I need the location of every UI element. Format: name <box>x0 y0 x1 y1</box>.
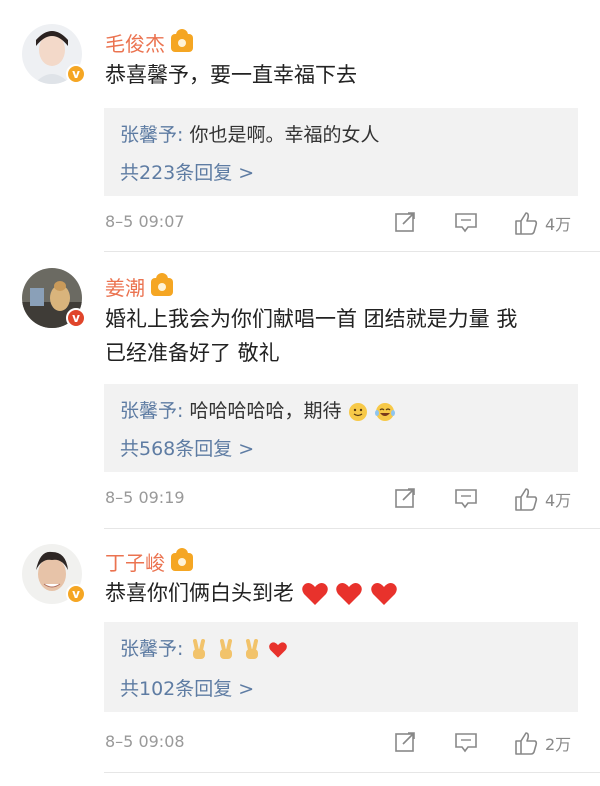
reply-line: 张馨予: <box>120 634 288 661</box>
avatar[interactable]: v <box>22 544 86 604</box>
comment-icon <box>455 733 477 753</box>
verified-badge-icon: v <box>66 584 86 604</box>
heart-icon <box>336 583 363 605</box>
reply-box[interactable]: 张馨予: 共102条回复 > <box>104 622 578 712</box>
victory-hand-emoji <box>245 638 258 659</box>
like-count: 2万 <box>545 735 572 754</box>
reply-author[interactable]: 张馨予: <box>120 638 183 660</box>
comment-meta: 8–5 09:08 2万 <box>105 728 585 758</box>
share-icon <box>395 732 415 752</box>
victory-hand-emoji <box>219 638 232 659</box>
comment-item: v 丁子峻 恭喜你们俩白头到老 张馨予: 共102条回复 > 8–5 09:08… <box>0 0 600 786</box>
reply-count-link[interactable]: 共102条回复 > <box>120 674 254 701</box>
heart-icon <box>268 641 287 658</box>
like-icon <box>515 732 538 755</box>
comment-text: 恭喜你们俩白头到老 <box>105 576 585 610</box>
victory-hand-emoji <box>193 638 206 659</box>
timestamp: 8–5 09:08 <box>105 732 185 751</box>
comment-button[interactable] <box>453 730 479 756</box>
comment-text-content: 恭喜你们俩白头到老 <box>105 581 294 605</box>
like-button[interactable]: 2万 <box>513 730 571 756</box>
share-button[interactable] <box>393 730 417 756</box>
vip-crown-icon <box>171 547 193 571</box>
heart-icon <box>371 583 397 605</box>
user-name[interactable]: 丁子峻 <box>105 547 165 576</box>
heart-icon <box>301 583 328 605</box>
divider <box>104 772 600 773</box>
